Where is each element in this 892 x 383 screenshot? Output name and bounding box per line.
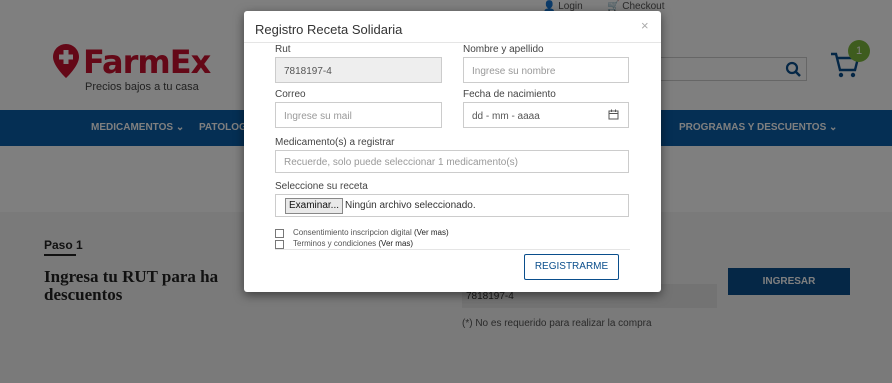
name-field[interactable]: Ingrese su nombre — [463, 57, 629, 83]
birth-date-label: Fecha de nacimiento — [463, 89, 556, 100]
receta-file-input[interactable]: Examinar... Ningún archivo seleccionado. — [275, 194, 629, 217]
calendar-icon[interactable] — [608, 109, 619, 120]
terms-ver-mas-link[interactable]: (Ver mas) — [378, 239, 413, 248]
file-status: Ningún archivo seleccionado. — [345, 200, 476, 211]
mail-field[interactable]: Ingrese su mail — [275, 102, 442, 128]
mail-label: Correo — [275, 89, 306, 100]
registro-modal: Registro Receta Solidaria × Rut 7818197-… — [244, 11, 661, 292]
name-label: Nombre y apellido — [463, 44, 544, 55]
terms-label: Terminos y condiciones (Ver mas) — [293, 239, 413, 248]
modal-title: Registro Receta Solidaria — [255, 22, 403, 37]
rut-field: 7818197-4 — [275, 57, 442, 83]
modal-footer-divider — [275, 249, 630, 250]
rut-label: Rut — [275, 44, 291, 55]
browse-button[interactable]: Examinar... — [285, 198, 344, 214]
medicamento-label: Medicamento(s) a registrar — [275, 137, 395, 148]
modal-header-divider — [244, 42, 661, 43]
consent-text: Consentimiento inscripcion digital — [293, 228, 412, 237]
consent-label: Consentimiento inscripcion digital (Ver … — [293, 228, 449, 237]
medicamento-field[interactable]: Recuerde, solo puede seleccionar 1 medic… — [275, 150, 629, 173]
close-icon[interactable]: × — [641, 18, 649, 33]
consent-checkbox[interactable] — [275, 229, 284, 238]
terms-checkbox[interactable] — [275, 240, 284, 249]
receta-label: Seleccione su receta — [275, 181, 368, 192]
birth-date-field[interactable]: dd - mm - aaaa — [463, 102, 629, 128]
terms-text: Terminos y condiciones — [293, 239, 377, 248]
consent-ver-mas-link[interactable]: (Ver mas) — [414, 228, 449, 237]
registrarme-button[interactable]: REGISTRARME — [524, 254, 619, 280]
